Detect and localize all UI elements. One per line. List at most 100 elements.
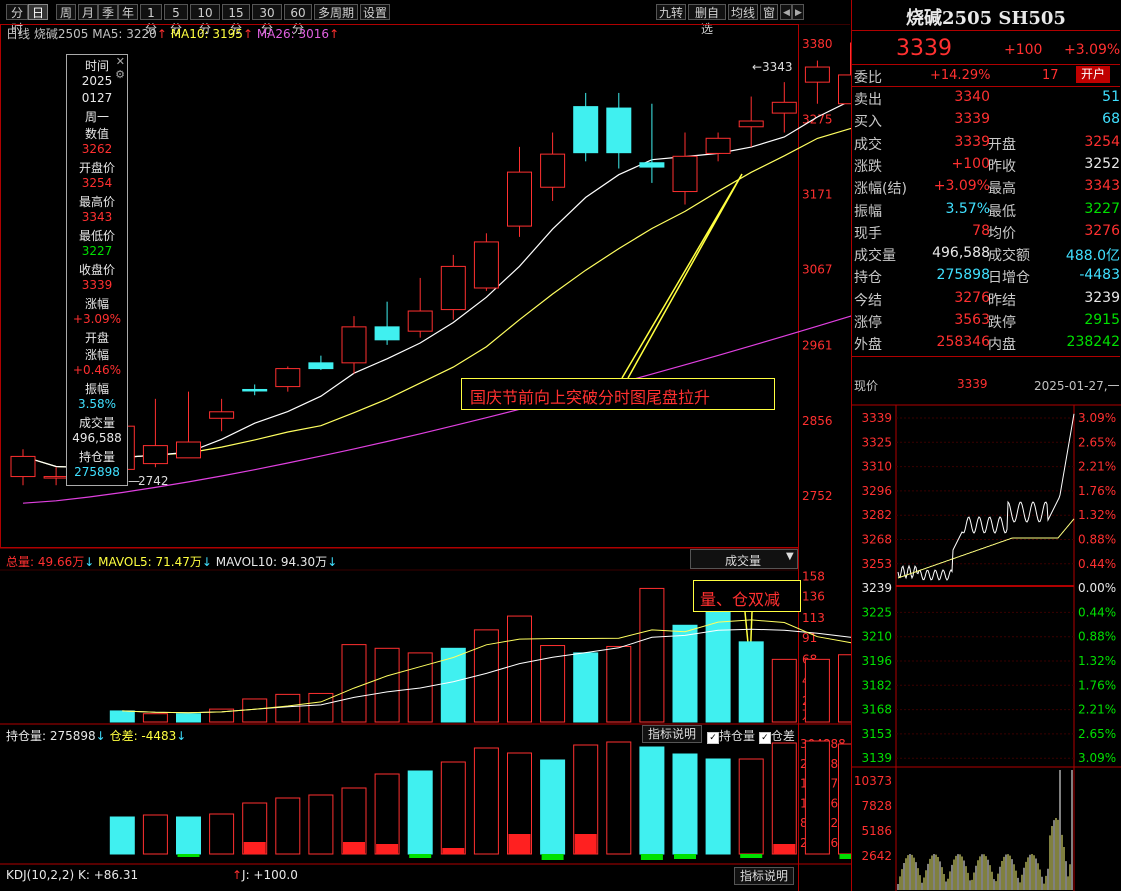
volume-header: 总量: 49.66万↓ MAVOL5: 71.47万↓ MAVOL10: 94.…	[6, 555, 338, 569]
period-tab-11[interactable]: 60分	[284, 4, 312, 36]
quote-value2-4: 3343	[1084, 178, 1120, 195]
volume-bar-2	[176, 713, 201, 723]
period-tab-1[interactable]: 日	[28, 4, 48, 20]
quote-value-5: 3.57%	[945, 200, 990, 217]
quote-label2-8: 日增仓	[988, 270, 1030, 287]
arrow-right-icon[interactable]: ▶	[792, 4, 804, 20]
arrow-left-icon[interactable]: ◀	[780, 4, 792, 20]
mini-label: 现价	[854, 379, 879, 393]
candle-23	[771, 101, 797, 114]
quote-value2-5: 3227	[1084, 200, 1120, 217]
breakout-annotation: 国庆节前向上突破分时图尾盘拉升	[461, 378, 775, 410]
period-tab-13[interactable]: 设置	[360, 4, 390, 20]
volume-bar-5	[275, 693, 301, 723]
quote-label-7: 成交量	[854, 248, 896, 265]
info-line-18: +0.46%	[72, 363, 122, 377]
oi-bar-22	[838, 743, 851, 855]
open-account-button[interactable]: 开户	[1076, 66, 1110, 83]
oi-help-button[interactable]: 指标说明	[642, 725, 702, 743]
period-tab-12[interactable]: 多周期	[314, 4, 358, 20]
period-tab-10[interactable]: 30分	[252, 4, 282, 36]
kdj-label: KDJ(10,2,2) K: +86.31	[6, 868, 139, 882]
candle-22	[738, 120, 764, 128]
info-line-11: 3227	[81, 244, 113, 258]
quote-label-5: 振幅	[854, 203, 882, 220]
quote-label2-9: 昨结	[988, 292, 1016, 309]
volume-bar-4	[242, 698, 268, 723]
period-label: 日线	[6, 27, 31, 41]
oi-diff-up-20	[773, 844, 796, 854]
volume-bar-15	[606, 645, 632, 723]
price-tick-6: 2752	[802, 489, 833, 503]
period-tab-9[interactable]: 15分	[222, 4, 250, 36]
oi-checkbox-label: 持仓量	[719, 729, 756, 743]
oi-bar-6	[308, 794, 334, 855]
quote-value-9: 3276	[954, 289, 990, 306]
volume-bar-7	[341, 644, 367, 723]
candle-14	[473, 241, 499, 289]
intraday-chart: 3339 3.09% 3325 2.65% 3310 2.21% 3296 1.76% 3282…	[852, 404, 1121, 891]
oi-header: 持仓量: 275898↓ 仓差: -4483↓	[6, 729, 187, 743]
oi-bar-16	[639, 746, 665, 855]
kdj-help-button[interactable]: 指标说明	[734, 867, 794, 885]
quote-value-11: 258346	[936, 334, 990, 351]
quote-value-8: 275898	[936, 267, 990, 284]
oi-diff-down-2	[177, 854, 200, 857]
candle-9	[308, 362, 334, 370]
oi-bar-18	[705, 758, 731, 855]
mavol5-label: MAVOL5: 71.47万	[98, 555, 202, 569]
oi-bar-13	[540, 759, 566, 855]
oi-checkbox[interactable]: ✓	[707, 732, 719, 744]
toolbar-right-1[interactable]: 删自选	[688, 4, 726, 36]
info-line-7: 3254	[81, 176, 113, 190]
oi-diff-down-17	[674, 854, 696, 859]
period-tab-7[interactable]: 5分	[164, 4, 188, 36]
period-tab-6[interactable]: 1分	[140, 4, 162, 36]
period-tab-5[interactable]: 年	[118, 4, 138, 20]
volume-bar-21	[804, 658, 830, 723]
quote-value-3: +100	[951, 155, 990, 172]
candle-4	[142, 445, 168, 465]
quote-label-6: 现手	[854, 225, 882, 242]
change-pct: +3.09%	[1064, 42, 1121, 58]
candle-16	[540, 153, 566, 188]
info-line-14: 涨幅	[84, 297, 109, 311]
volume-bar-0	[109, 710, 135, 723]
candle-8	[275, 368, 301, 388]
candle-5	[176, 441, 201, 459]
total-volume-label: 总量: 49.66万	[6, 555, 85, 569]
period-tab-8[interactable]: 10分	[190, 4, 220, 36]
quote-value2-9: 3239	[1084, 289, 1120, 306]
toolbar-right-2[interactable]: 均线	[728, 4, 758, 20]
quote-value2-7: 488.0亿	[1065, 248, 1120, 265]
oi-bar-11	[473, 747, 499, 855]
toolbar-right-3[interactable]: 窗	[760, 4, 778, 20]
diff-checkbox[interactable]: ✓	[758, 732, 771, 744]
quote-value-0: 3340	[954, 89, 990, 105]
weibi-label: 委比	[854, 70, 882, 86]
breakout-annotation-text: 国庆节前向上突破分时图尾盘拉升	[470, 388, 711, 407]
mini-pct-tick-6: 0.44%	[1078, 557, 1116, 571]
mini-vol-tick-2: 5186	[861, 824, 892, 838]
info-line-21: 成交量	[78, 416, 115, 430]
mini-date: 2025-01-27,一	[1034, 379, 1120, 393]
period-tab-0[interactable]: 分时	[6, 4, 28, 36]
period-tab-4[interactable]: 季	[98, 4, 118, 20]
oi-bar-17	[672, 753, 698, 855]
period-tab-2[interactable]: 周	[56, 4, 76, 20]
candle-7	[242, 388, 268, 392]
oi-diff-down-16	[640, 854, 663, 860]
candle-12	[407, 310, 433, 332]
price-tick-5: 2856	[802, 414, 833, 428]
oi-diff-up-10	[442, 848, 465, 854]
quote-value2-8: -4483	[1079, 267, 1120, 284]
candle-10	[341, 326, 367, 364]
indicator-select[interactable]: 成交量 ▼	[690, 549, 798, 569]
high-arrow: ←	[752, 60, 762, 74]
toolbar-right-0[interactable]: 九转	[656, 4, 686, 20]
mini-price-tick-13: 3153	[861, 727, 892, 741]
quote-label2-2: 开盘	[988, 136, 1016, 153]
period-tab-3[interactable]: 月	[78, 4, 98, 20]
info-line-15: +3.09%	[72, 312, 122, 326]
volume-bar-18	[705, 597, 731, 723]
